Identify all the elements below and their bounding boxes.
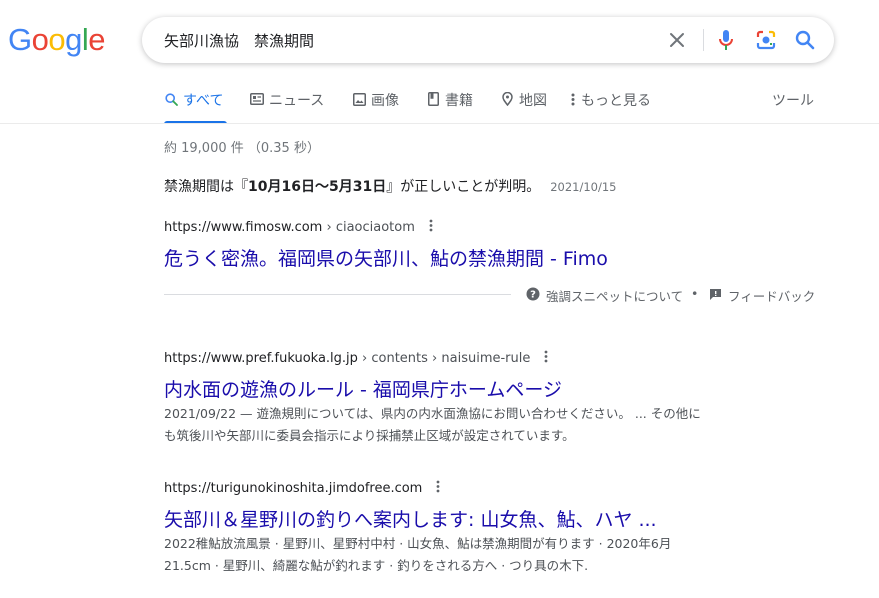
logo-letter: o <box>48 22 66 57</box>
search-icon[interactable] <box>793 28 817 52</box>
help-icon: ? <box>526 287 540 304</box>
feedback-icon <box>709 288 722 304</box>
description-line: 21.5cm · 星野川、綺麗な鮎が釣れます · 釣りをされる方へ · つり具の… <box>164 558 589 573</box>
url-path: › contents › naisuime-rule <box>357 351 531 366</box>
featured-url[interactable]: https://www.fimosw.com › ciaociaotom <box>164 219 433 236</box>
feedback-link[interactable]: フィードバック <box>709 286 815 305</box>
tab-images[interactable]: 画像 <box>352 90 399 124</box>
about-snippets-label: 強調スニペットについて <box>546 289 684 304</box>
url-domain: https://www.pref.fukuoka.lg.jp <box>164 351 358 366</box>
description-line: 2021/09/22 — 遊漁規則については、県内の内水面漁協にお問い合わせくだ… <box>164 406 701 421</box>
more-options-icon[interactable] <box>429 219 433 236</box>
feedback-label: フィードバック <box>728 289 816 304</box>
about-snippets-link[interactable]: ? 強調スニペットについて <box>526 286 683 305</box>
tab-label: すべて <box>183 93 224 109</box>
result-stats: 約 19,000 件 （0.35 秒） <box>164 141 320 156</box>
search-divider <box>703 29 704 51</box>
tab-more[interactable]: もっと見る <box>570 90 651 124</box>
search-icon <box>164 92 178 106</box>
tab-label: 書籍 <box>445 93 473 109</box>
logo-letter: o <box>31 22 49 57</box>
camera-lens-icon[interactable] <box>754 28 778 52</box>
image-icon <box>352 92 366 106</box>
featured-result-title[interactable]: 危うく密漁。福岡県の矢部川、鮎の禁漁期間 - Fimo <box>164 244 608 271</box>
url-domain: https://www.fimosw.com <box>164 220 323 235</box>
more-options-icon[interactable] <box>544 350 548 367</box>
description-line: 2022稚鮎放流風景 · 星野川、星野村中村 · 山女魚、鮎は禁漁期間が有ります… <box>164 536 672 551</box>
search-box[interactable]: 矢部川漁協 禁漁期間 <box>142 17 834 63</box>
result-url[interactable]: https://turigunokinoshita.jimdofree.com <box>164 480 440 497</box>
url-domain: https://turigunokinoshita.jimdofree.com <box>164 481 423 496</box>
result-description: 2021/09/22 — 遊漁規則については、県内の内水面漁協にお問い合わせくだ… <box>164 403 759 447</box>
logo-letter: g <box>65 22 82 57</box>
microphone-icon[interactable] <box>714 28 738 52</box>
tab-label: もっと見る <box>581 93 651 109</box>
result-title[interactable]: 矢部川＆星野川の釣りへ案内します: 山女魚、鮎、ハヤ ... <box>164 505 657 532</box>
more-options-icon[interactable] <box>436 480 440 497</box>
logo-letter: e <box>88 22 106 57</box>
news-icon <box>250 92 264 106</box>
snippet-date: 2021/10/15 <box>550 180 617 194</box>
snippet-divider <box>164 294 511 295</box>
more-vert-icon <box>570 92 576 106</box>
url-path: › ciaociaotom <box>322 220 415 235</box>
snippet-pre: 禁漁期間は『 <box>164 179 248 195</box>
snippet-answer: 10月16日〜5月31日 <box>248 179 387 195</box>
map-pin-icon <box>500 92 514 106</box>
tab-all[interactable]: すべて <box>164 90 227 124</box>
description-line: も筑後川や矢部川に委員会指示により採捕禁止区域が設定されています。 <box>164 428 575 443</box>
snippet-post: 』が正しいことが判明。 <box>386 179 541 195</box>
result-url[interactable]: https://www.pref.fukuoka.lg.jp › content… <box>164 350 548 367</box>
svg-text:?: ? <box>530 290 536 301</box>
tab-books[interactable]: 書籍 <box>426 90 473 124</box>
tab-label: 画像 <box>371 93 399 109</box>
search-input[interactable]: 矢部川漁協 禁漁期間 <box>164 30 314 51</box>
google-logo[interactable]: Google <box>8 22 106 58</box>
result-title[interactable]: 内水面の遊漁のルール - 福岡県庁ホームページ <box>164 375 562 402</box>
tab-label: 地図 <box>519 93 547 109</box>
header-divider <box>0 123 879 124</box>
logo-letter: G <box>8 22 32 57</box>
featured-snippet-text: 禁漁期間は『10月16日〜5月31日』が正しいことが判明。 2021/10/15 <box>164 176 617 196</box>
clear-icon[interactable] <box>665 28 689 52</box>
tab-maps[interactable]: 地図 <box>500 90 547 124</box>
tools-button[interactable]: ツール <box>772 90 814 110</box>
tab-label: ニュース <box>269 93 325 109</box>
book-icon <box>426 92 440 106</box>
result-description: 2022稚鮎放流風景 · 星野川、星野村中村 · 山女魚、鮎は禁漁期間が有ります… <box>164 533 759 577</box>
tab-news[interactable]: ニュース <box>250 90 324 124</box>
separator-dot: • <box>691 286 699 301</box>
